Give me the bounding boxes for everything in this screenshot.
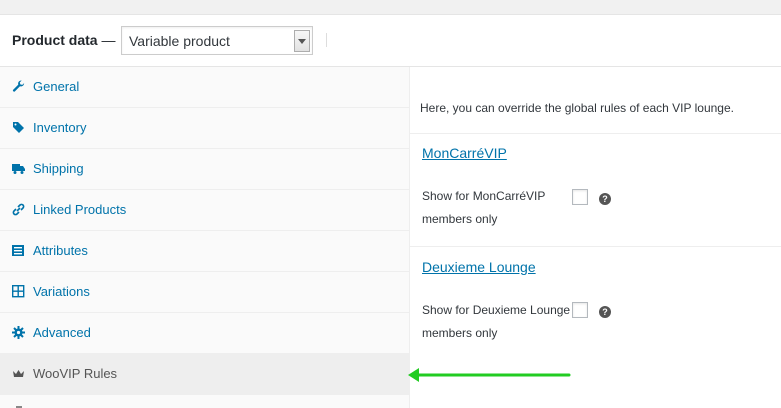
grid-icon (12, 285, 25, 298)
tab-general[interactable]: General (0, 67, 409, 108)
link-icon (12, 203, 25, 216)
wrench-icon (12, 80, 25, 92)
list-icon (12, 245, 24, 256)
lounge-checkbox[interactable] (572, 189, 588, 205)
lounge-title-link[interactable]: MonCarréVIP (422, 145, 507, 161)
product-data-tabs: General Inventory Shipping Linked Produc… (0, 67, 410, 408)
divider (410, 246, 781, 247)
help-icon[interactable]: ? (599, 306, 611, 318)
panel-intro: Here, you can override the global rules … (420, 101, 734, 115)
product-data-header: Product data — Variable product (0, 15, 781, 67)
product-data-panel: Product data — Variable product General … (0, 14, 781, 408)
tab-shipping[interactable]: Shipping (0, 149, 409, 190)
tab-label: Inventory (33, 120, 87, 135)
product-type-value: Variable product (129, 33, 230, 49)
tab-variations[interactable]: Variations (0, 272, 409, 313)
annotation-arrow (408, 368, 571, 382)
truck-icon (12, 164, 25, 174)
tab-inventory[interactable]: Inventory (0, 108, 409, 149)
help-icon[interactable]: ? (599, 193, 611, 205)
header-divider (326, 33, 327, 47)
tab-label: Attributes (33, 243, 88, 258)
divider (410, 133, 781, 134)
tab-label: Linked Products (33, 202, 127, 217)
tab-woovip-rules[interactable]: WooVIP Rules (0, 354, 409, 395)
tab-label: Shipping (33, 161, 84, 176)
tab-linked-products[interactable]: Linked Products (0, 190, 409, 231)
crown-icon (13, 370, 24, 377)
tab-attributes[interactable]: Attributes (0, 231, 409, 272)
product-type-select[interactable]: Variable product (121, 26, 313, 55)
chevron-down-icon[interactable] (294, 30, 310, 52)
lounge-checkbox[interactable] (572, 302, 588, 318)
lounge-title-link[interactable]: Deuxieme Lounge (422, 259, 536, 275)
woovip-rules-panel: Here, you can override the global rules … (410, 67, 781, 408)
tab-label: Variations (33, 284, 90, 299)
product-data-title: Product data — (12, 32, 116, 48)
tab-advanced[interactable]: Advanced (0, 313, 409, 354)
tab-label: General (33, 79, 80, 94)
tag-icon (13, 122, 24, 133)
lounge-field-label: Show for MonCarréVIP members only (422, 189, 546, 226)
gear-icon (12, 326, 25, 339)
lounge-field-label: Show for Deuxieme Lounge members only (422, 303, 571, 340)
tab-label: WooVIP Rules (33, 366, 118, 381)
tab-label: Advanced (33, 325, 91, 340)
